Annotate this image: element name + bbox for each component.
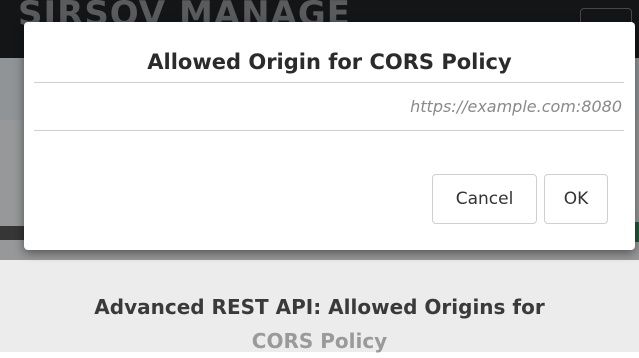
- origin-field: [34, 84, 622, 128]
- allowed-origin-input[interactable]: [34, 84, 622, 128]
- page-title-line1: Advanced REST API: Allowed Origins for: [94, 295, 545, 319]
- cancel-button[interactable]: Cancel: [432, 174, 537, 224]
- page-title-line2: CORS Policy: [251, 329, 388, 353]
- field-divider: [34, 130, 624, 131]
- ok-button[interactable]: OK: [544, 174, 608, 224]
- page-title: Advanced REST API: Allowed Origins for C…: [0, 290, 639, 358]
- cors-origin-dialog: Allowed Origin for CORS Policy Cancel OK: [24, 22, 635, 250]
- title-divider: [34, 82, 624, 83]
- dialog-title: Allowed Origin for CORS Policy: [147, 50, 512, 74]
